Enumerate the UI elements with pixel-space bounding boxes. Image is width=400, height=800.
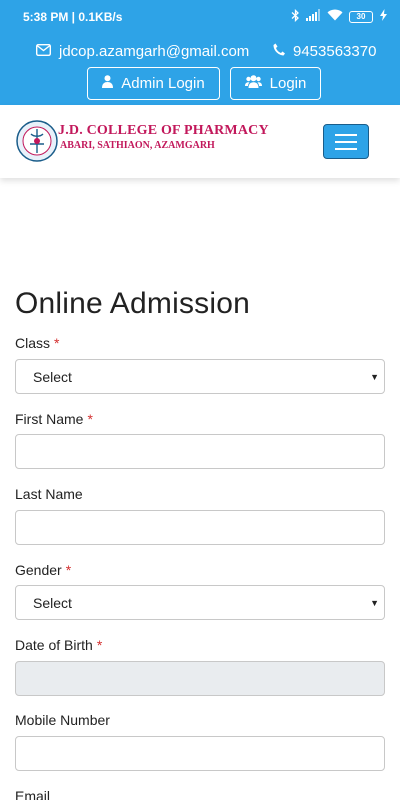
dob-input[interactable] [15, 661, 385, 696]
user-icon [102, 75, 114, 92]
charging-icon [379, 9, 388, 24]
contact-row: jdcop.azamgarh@gmail.com 9453563370 [0, 40, 400, 62]
last-name-input[interactable] [15, 510, 385, 545]
class-select-value: Select [33, 368, 72, 385]
phone-icon [273, 43, 285, 60]
caret-down-icon: ▼ [370, 598, 379, 608]
page-title: Online Admission [15, 287, 250, 320]
dob-label: Date of Birth * [15, 637, 102, 653]
admin-login-button[interactable]: Admin Login [87, 67, 220, 100]
mobile-input[interactable] [15, 736, 385, 771]
bluetooth-icon [291, 8, 300, 25]
class-select[interactable]: Select ▼ [15, 359, 385, 394]
users-icon [244, 75, 262, 92]
brand[interactable]: J.D. COLLEGE OF PHARMACY ABARI, SATHIAON… [58, 123, 269, 151]
status-bar: 5:38 PM | 0.1KB/s 30 [0, 0, 400, 33]
required-mark: * [87, 411, 93, 427]
wifi-icon [327, 9, 343, 24]
signal-icon [306, 9, 321, 24]
menu-toggle-button[interactable] [323, 124, 369, 159]
hamburger-line [335, 140, 357, 143]
battery-icon: 30 [349, 10, 373, 23]
contact-phone[interactable]: 9453563370 [273, 43, 376, 60]
required-mark: * [65, 562, 72, 578]
login-buttons: Admin Login Login [0, 67, 400, 100]
hamburger-line [335, 147, 357, 150]
first-name-label: First Name * [15, 411, 93, 427]
last-name-label-text: Last Name [15, 486, 83, 502]
hamburger-menu-icon [335, 133, 357, 136]
first-name-label-text: First Name [15, 411, 84, 427]
email-label-text: Email [15, 788, 51, 800]
class-label-text: Class [15, 335, 51, 351]
class-label: Class * [15, 335, 59, 351]
mobile-label-text: Mobile Number [15, 712, 110, 728]
status-time: 5:38 PM | 0.1KB/s [23, 9, 123, 24]
gender-label: Gender * [15, 562, 71, 578]
login-button[interactable]: Login [230, 67, 321, 100]
mobile-label: Mobile Number [15, 712, 110, 728]
gender-select-value: Select [33, 594, 72, 611]
envelope-icon [35, 43, 52, 60]
dob-label-text: Date of Birth [15, 637, 93, 653]
first-name-input[interactable] [15, 434, 385, 469]
admin-login-label: Admin Login [121, 75, 205, 92]
status-icons: 30 [291, 8, 388, 25]
contact-email[interactable]: jdcop.azamgarh@gmail.com [35, 42, 250, 60]
email-label: Email [15, 788, 50, 800]
required-mark: * [96, 637, 103, 653]
required-mark: * [54, 335, 60, 351]
email-text: jdcop.azamgarh@gmail.com [59, 42, 250, 60]
brand-subtitle: ABARI, SATHIAON, AZAMGARH [60, 140, 215, 151]
contact-bar: jdcop.azamgarh@gmail.com 9453563370 Admi… [0, 33, 400, 105]
site-header: J.D. COLLEGE OF PHARMACY ABARI, SATHIAON… [0, 105, 400, 178]
college-logo[interactable] [16, 120, 58, 162]
login-label: Login [269, 75, 307, 92]
caret-down-icon: ▼ [370, 372, 379, 382]
last-name-label: Last Name [15, 486, 83, 502]
brand-title: J.D. COLLEGE OF PHARMACY [58, 123, 269, 138]
gender-label-text: Gender [15, 562, 62, 578]
gender-select[interactable]: Select ▼ [15, 585, 385, 620]
phone-text: 9453563370 [293, 42, 377, 60]
